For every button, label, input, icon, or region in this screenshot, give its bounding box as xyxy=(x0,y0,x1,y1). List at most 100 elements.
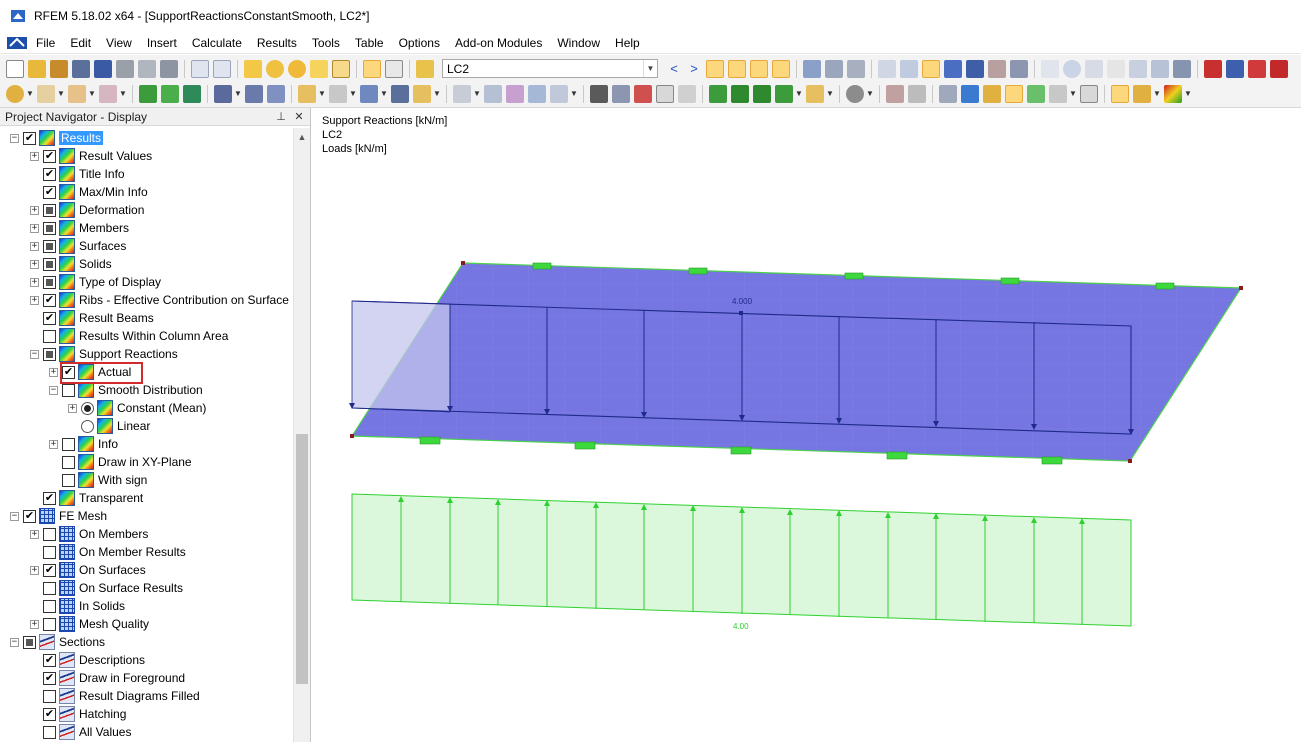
checkbox[interactable]: ✔ xyxy=(43,186,56,199)
checkbox[interactable]: ✔ xyxy=(43,492,56,505)
tree-item-descriptions[interactable]: ✔Descriptions xyxy=(30,651,145,669)
expand-icon[interactable]: + xyxy=(30,242,39,251)
nodes-icon[interactable] xyxy=(922,60,940,78)
view-iso-icon[interactable] xyxy=(939,85,957,103)
member-load-icon[interactable] xyxy=(245,85,263,103)
axis-neg-x-icon[interactable] xyxy=(775,85,793,103)
chevron-down-icon[interactable]: ▼ xyxy=(1069,91,1075,97)
chevron-down-icon[interactable]: ▼ xyxy=(866,91,872,97)
tree-item-fe-mesh[interactable]: −✔FE Mesh xyxy=(10,507,107,525)
generate-icon[interactable] xyxy=(506,85,524,103)
solid-icon[interactable] xyxy=(360,85,378,103)
table-display-icon[interactable] xyxy=(1080,85,1098,103)
chevron-down-icon[interactable]: ▼ xyxy=(119,91,125,97)
tree-item-type-of-display[interactable]: +Type of Display xyxy=(30,273,161,291)
tree-item-in-solids[interactable]: In Solids xyxy=(30,597,125,615)
tree-item-linear[interactable]: Linear xyxy=(68,417,150,435)
tree-item-actual[interactable]: +✔Actual xyxy=(49,363,131,381)
cross-section-icon[interactable] xyxy=(391,85,409,103)
collapse-icon[interactable]: − xyxy=(49,386,58,395)
guideline-icon[interactable] xyxy=(1063,60,1081,78)
tree-item-on-surface-results[interactable]: On Surface Results xyxy=(30,579,183,597)
tree-item-members[interactable]: +Members xyxy=(30,219,129,237)
chevron-down-icon[interactable]: ▼ xyxy=(88,91,94,97)
hinges-icon[interactable] xyxy=(988,60,1006,78)
chevron-down-icon[interactable]: ▼ xyxy=(643,60,657,77)
checkbox[interactable] xyxy=(43,528,56,541)
chevron-down-icon[interactable]: ▼ xyxy=(349,91,355,97)
report-icon[interactable] xyxy=(1226,60,1244,78)
checkbox[interactable]: ✔ xyxy=(43,564,56,577)
chevron-down-icon[interactable]: ▼ xyxy=(570,91,576,97)
grid-view-icon[interactable] xyxy=(385,60,403,78)
checkbox[interactable] xyxy=(62,384,75,397)
mesh-icon[interactable] xyxy=(900,60,918,78)
check-icon[interactable] xyxy=(528,85,546,103)
checkbox[interactable] xyxy=(43,618,56,631)
material-icon[interactable] xyxy=(413,85,431,103)
print-graphic-icon[interactable] xyxy=(160,60,178,78)
result-values-icon[interactable] xyxy=(772,60,790,78)
table-view-icon[interactable] xyxy=(363,60,381,78)
radio-button[interactable] xyxy=(81,420,94,433)
chevron-down-icon[interactable]: ▼ xyxy=(795,91,801,97)
new-file-icon[interactable] xyxy=(6,60,24,78)
checkbox[interactable] xyxy=(43,690,56,703)
redo-icon[interactable] xyxy=(213,60,231,78)
checkbox[interactable] xyxy=(43,600,56,613)
zoom-icon[interactable] xyxy=(266,60,284,78)
expand-icon[interactable]: + xyxy=(30,260,39,269)
previous-load-case-icon[interactable]: < xyxy=(667,61,681,77)
collapse-icon[interactable]: − xyxy=(10,638,19,647)
checkbox[interactable] xyxy=(43,240,56,253)
chevron-down-icon[interactable]: ▼ xyxy=(433,91,439,97)
copy-icon[interactable] xyxy=(1151,60,1169,78)
select-all-icon[interactable] xyxy=(590,85,608,103)
chevron-down-icon[interactable]: ▼ xyxy=(1153,91,1159,97)
member-icon[interactable] xyxy=(68,85,86,103)
expand-icon[interactable]: + xyxy=(49,368,58,377)
grid-icon[interactable] xyxy=(878,60,896,78)
surface-load-icon[interactable] xyxy=(267,85,285,103)
box-view-icon[interactable] xyxy=(656,85,674,103)
checkbox[interactable] xyxy=(23,636,36,649)
checkbox[interactable] xyxy=(62,456,75,469)
transparent-render-icon[interactable] xyxy=(1005,85,1023,103)
checkbox[interactable]: ✔ xyxy=(43,150,56,163)
cube-render-icon[interactable] xyxy=(983,85,1001,103)
supports-icon[interactable] xyxy=(944,60,962,78)
result-display-icon[interactable] xyxy=(750,60,768,78)
save-icon[interactable] xyxy=(94,60,112,78)
checkbox[interactable] xyxy=(62,474,75,487)
tree-item-draw-in-foreground[interactable]: ✔Draw in Foreground xyxy=(30,669,185,687)
tree-item-solids[interactable]: +Solids xyxy=(30,255,112,273)
navigator-icon[interactable] xyxy=(1111,85,1129,103)
expand-icon[interactable]: + xyxy=(30,206,39,215)
chevron-down-icon[interactable]: ▼ xyxy=(26,91,32,97)
checkbox[interactable] xyxy=(43,726,56,739)
chevron-down-icon[interactable]: ▼ xyxy=(1184,91,1190,97)
checkbox[interactable]: ✔ xyxy=(43,168,56,181)
grid-display-icon[interactable] xyxy=(1049,85,1067,103)
tree-item-title-info[interactable]: ✔Title Info xyxy=(30,165,125,183)
pdf-icon[interactable] xyxy=(1270,60,1288,78)
window-icon[interactable] xyxy=(332,60,350,78)
load-case-icon[interactable] xyxy=(416,60,434,78)
scroll-up-icon[interactable]: ▲ xyxy=(294,128,310,145)
checkbox[interactable] xyxy=(43,204,56,217)
animation-icon[interactable] xyxy=(803,60,821,78)
color-render-icon[interactable] xyxy=(1027,85,1045,103)
tree-item-result-beams[interactable]: ✔Result Beams xyxy=(30,309,154,327)
tree-item-result-values[interactable]: +✔Result Values xyxy=(30,147,152,165)
tree-item-results-within-column-area[interactable]: Results Within Column Area xyxy=(30,327,228,345)
axis-y-icon[interactable] xyxy=(731,85,749,103)
surface-support-icon[interactable] xyxy=(183,85,201,103)
section-icon[interactable] xyxy=(825,60,843,78)
checkbox[interactable]: ✔ xyxy=(43,294,56,307)
find-icon[interactable] xyxy=(612,85,630,103)
tree-item-sections[interactable]: −Sections xyxy=(10,633,105,651)
support-icon[interactable] xyxy=(139,85,157,103)
tree-item-smooth-distribution[interactable]: −Smooth Distribution xyxy=(49,381,203,399)
view-center-icon[interactable] xyxy=(288,60,306,78)
max-min-values-icon[interactable] xyxy=(728,60,746,78)
